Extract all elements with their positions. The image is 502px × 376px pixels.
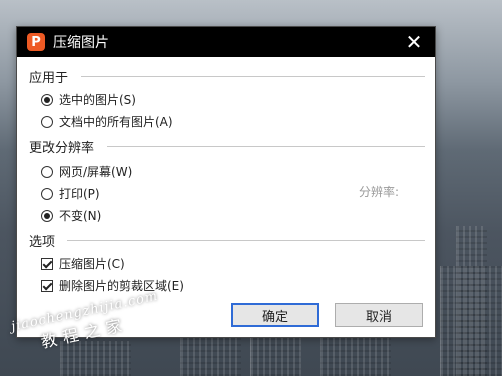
radio-label: 不变(N) <box>59 209 102 223</box>
resolution-value-label: 分辨率: <box>359 185 400 199</box>
section-divider <box>81 76 425 77</box>
radio-label: 文档中的所有图片(A) <box>59 115 173 129</box>
radio-no-change[interactable]: 不变(N) <box>41 207 101 224</box>
dialog-title: 压缩图片 <box>53 35 109 51</box>
radio-button-checked[interactable] <box>41 93 53 106</box>
checkbox-checked[interactable] <box>41 257 53 270</box>
radio-all-pictures[interactable]: 文档中的所有图片(A) <box>41 113 173 130</box>
checkbox-delete-cropped-areas[interactable]: 删除图片的剪裁区域(E) <box>41 277 184 294</box>
dialog-titlebar: P 压缩图片 ✕ <box>17 27 435 57</box>
checkbox-label: 删除图片的剪裁区域(E) <box>59 279 184 293</box>
wps-app-icon: P <box>27 33 45 51</box>
section-divider <box>67 240 425 241</box>
radio-label: 选中的图片(S) <box>59 93 136 107</box>
radio-print[interactable]: 打印(P) <box>41 185 100 202</box>
compress-pictures-dialog: P 压缩图片 ✕ 应用于 选中的图片(S) 文档中的所有图片(A) 更改分辨率 … <box>16 26 436 338</box>
dialog-content: 应用于 选中的图片(S) 文档中的所有图片(A) 更改分辨率 网页/屏幕(W) … <box>17 57 435 337</box>
radio-button[interactable] <box>41 165 53 178</box>
radio-button[interactable] <box>41 115 53 128</box>
checkbox-checked[interactable] <box>41 279 53 292</box>
radio-label: 打印(P) <box>59 187 100 201</box>
radio-label: 网页/屏幕(W) <box>59 165 133 179</box>
radio-selected-pictures[interactable]: 选中的图片(S) <box>41 91 136 108</box>
background-building <box>456 226 487 376</box>
radio-button-checked[interactable] <box>41 209 53 222</box>
close-button[interactable]: ✕ <box>403 31 425 53</box>
checkbox-compress-pictures[interactable]: 压缩图片(C) <box>41 255 125 272</box>
radio-web-screen[interactable]: 网页/屏幕(W) <box>41 163 132 180</box>
section-apply-to-label: 应用于 <box>29 71 69 86</box>
section-divider <box>107 146 425 147</box>
checkbox-label: 压缩图片(C) <box>59 257 125 271</box>
section-options-label: 选项 <box>29 235 56 250</box>
radio-button[interactable] <box>41 187 53 200</box>
background-building <box>180 336 241 376</box>
section-resolution-label: 更改分辨率 <box>29 141 95 156</box>
cancel-button[interactable]: 取消 <box>335 303 423 327</box>
ok-button[interactable]: 确定 <box>231 303 319 327</box>
